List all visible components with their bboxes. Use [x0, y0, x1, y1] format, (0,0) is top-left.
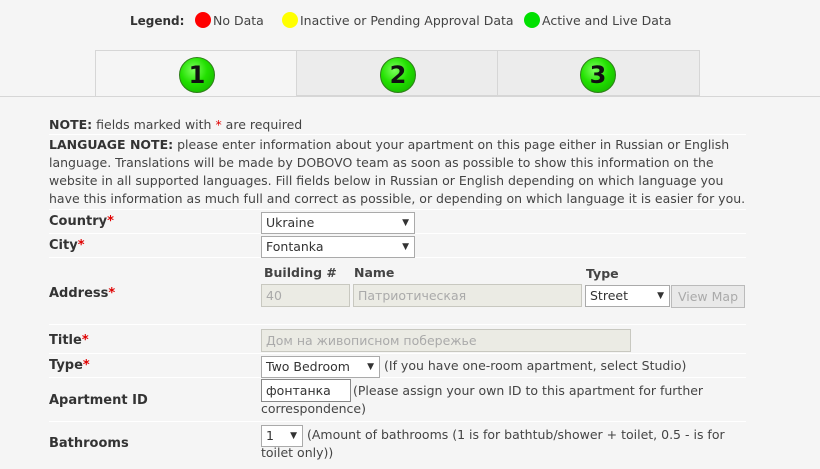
legend: Legend: No Data Inactive or Pending Appr… [0, 12, 820, 32]
step-3-badge: 3 [580, 57, 616, 93]
legend-item-label: No Data [213, 12, 264, 28]
city-row: City* Fontanka ▼ [49, 235, 746, 258]
city-label: City* [49, 238, 85, 253]
type-label: Type* [49, 358, 90, 373]
apartment-id-hint: (Please assign your own ID to this apart… [261, 383, 704, 416]
green-dot-icon [524, 12, 540, 28]
address-label: Address* [49, 286, 116, 301]
chevron-down-icon: ▼ [402, 242, 409, 252]
tab-step-1[interactable]: 1 [95, 50, 297, 97]
apartment-id-label: Apartment ID [49, 393, 148, 408]
legend-label: Legend: [130, 14, 185, 28]
apartment-type-value: Two Bedroom [266, 359, 350, 374]
street-name-label: Name [354, 265, 395, 280]
city-select[interactable]: Fontanka ▼ [261, 236, 415, 258]
tabs-divider [0, 96, 820, 97]
legend-item-label: Inactive or Pending Approval Data [300, 12, 514, 28]
title-row: Title* Дом на живописном побережье [49, 326, 746, 354]
country-value: Ukraine [266, 215, 315, 230]
red-dot-icon [195, 12, 211, 28]
step-2-badge: 2 [380, 57, 416, 93]
note-text: are required [221, 117, 303, 132]
legend-item-no-data: No Data [195, 12, 264, 28]
title-label: Title* [49, 333, 89, 348]
note-label: NOTE: [49, 117, 93, 132]
note-text: fields marked with [92, 117, 216, 132]
address-row: Address* Building # Name Type 40 Патриот… [49, 259, 746, 325]
type-hint: (If you have one-room apartment, select … [384, 358, 687, 373]
tab-step-3[interactable]: 3 [497, 50, 700, 96]
tab-step-2[interactable]: 2 [296, 50, 498, 96]
apartment-id-row: Apartment ID фонтанка (Please assign you… [49, 379, 746, 422]
chevron-down-icon: ▼ [367, 362, 374, 372]
legend-item-inactive: Inactive or Pending Approval Data [282, 12, 514, 28]
chevron-down-icon: ▼ [657, 291, 664, 301]
city-value: Fontanka [266, 239, 324, 254]
street-name-input[interactable]: Патриотическая [353, 284, 582, 307]
legend-item-active: Active and Live Data [524, 12, 671, 28]
building-number-label: Building # [264, 265, 337, 280]
view-map-button[interactable]: View Map [671, 285, 745, 308]
address-type-value: Street [590, 288, 628, 303]
bathrooms-hint: (Amount of bathrooms (1 is for bathtub/s… [261, 427, 725, 460]
bathrooms-row: Bathrooms 1 ▼ (Amount of bathrooms (1 is … [49, 423, 746, 465]
building-number-input[interactable]: 40 [261, 284, 350, 307]
country-label: Country* [49, 214, 114, 229]
language-note-label: LANGUAGE NOTE: [49, 137, 174, 152]
yellow-dot-icon [282, 12, 298, 28]
address-type-label: Type [586, 266, 619, 281]
chevron-down-icon: ▼ [402, 218, 409, 228]
step-1-badge: 1 [179, 57, 215, 93]
language-note: LANGUAGE NOTE: please enter information … [49, 136, 746, 210]
apartment-type-select[interactable]: Two Bedroom ▼ [261, 356, 380, 378]
bathrooms-label: Bathrooms [49, 436, 129, 451]
legend-item-label: Active and Live Data [542, 12, 672, 28]
country-row: Country* Ukraine ▼ [49, 211, 746, 234]
title-input[interactable]: Дом на живописном побережье [261, 329, 631, 352]
type-row: Type* Two Bedroom ▼ (If you have one-room… [49, 355, 746, 378]
required-note: NOTE: fields marked with * are required [49, 116, 746, 135]
country-select[interactable]: Ukraine ▼ [261, 212, 415, 234]
step-tabs: 1 2 3 [95, 50, 700, 97]
address-type-select[interactable]: Street ▼ [585, 285, 670, 307]
